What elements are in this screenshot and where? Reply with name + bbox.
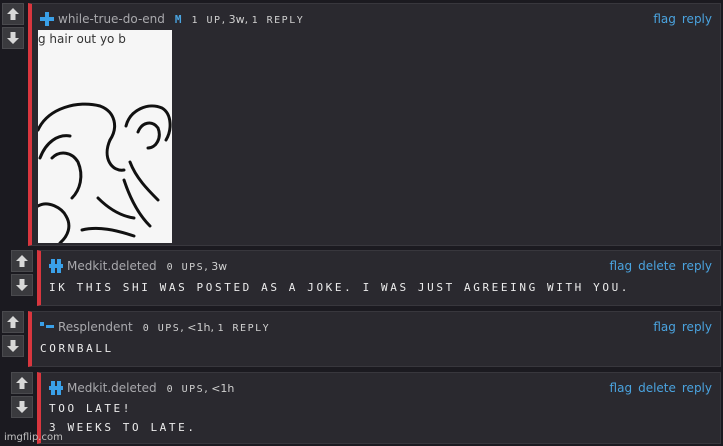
- user-plus-icon: [40, 12, 54, 26]
- delete-link[interactable]: delete: [638, 381, 676, 395]
- upvote-button[interactable]: [11, 372, 33, 394]
- comment-age: <1h: [187, 320, 211, 334]
- comment-meta: 0 ups, <1h, 1 reply: [142, 320, 271, 334]
- comment-header: Medkit.deleted 0 ups, <1h flag delete re…: [49, 379, 712, 397]
- flag-link[interactable]: flag: [610, 259, 633, 273]
- comment-actions: flag delete reply: [610, 381, 712, 395]
- comment-text-line: Too late!: [49, 402, 133, 415]
- comment-body: Resplendent 0 ups, <1h, 1 reply flag rep…: [28, 311, 721, 367]
- reply-link[interactable]: reply: [682, 12, 712, 26]
- comment-meta: 0 ups, <1h: [166, 381, 235, 395]
- comment-3: Resplendent 0 ups, <1h, 1 reply flag rep…: [2, 311, 721, 367]
- comment-body: Medkit.deleted 0 ups, 3w flag delete rep…: [37, 250, 721, 306]
- username[interactable]: while-true-do-end: [58, 12, 165, 26]
- arrow-up-icon: [16, 255, 28, 267]
- downvote-button[interactable]: [11, 274, 33, 296]
- arrow-up-icon: [7, 8, 19, 20]
- username[interactable]: Medkit.deleted: [67, 259, 157, 273]
- downvote-button[interactable]: [11, 396, 33, 418]
- comment-meta: 1 up, 3w, 1 reply: [191, 12, 305, 26]
- comment-body: Medkit.deleted 0 ups, <1h flag delete re…: [37, 372, 721, 444]
- reply-count[interactable]: 1 reply: [252, 15, 305, 26]
- comment-actions: flag delete reply: [610, 259, 712, 273]
- vote-column: [2, 311, 26, 359]
- comment-text-line: 3 weeks to late.: [49, 421, 197, 434]
- comment-header: Resplendent 0 ups, <1h, 1 reply flag rep…: [40, 318, 712, 336]
- comment-age: 3w: [211, 259, 228, 273]
- upvote-button[interactable]: [11, 250, 33, 272]
- meme-drawing: [38, 102, 172, 243]
- username[interactable]: Medkit.deleted: [67, 381, 157, 395]
- arrow-down-icon: [7, 340, 19, 352]
- arrow-down-icon: [16, 279, 28, 291]
- vote-column: [11, 372, 35, 420]
- comment-2: Medkit.deleted 0 ups, 3w flag delete rep…: [11, 250, 721, 306]
- comment-text: Ik this shi was posted as a joke. I was …: [49, 278, 712, 297]
- watermark: imgflip.com: [4, 432, 63, 443]
- comment-text: Cornball: [40, 339, 712, 358]
- flag-link[interactable]: flag: [653, 12, 676, 26]
- comment-text: Too late! 3 weeks to late.: [49, 399, 712, 437]
- ups-count: 0 ups: [166, 383, 205, 395]
- arrow-down-icon: [16, 401, 28, 413]
- reply-link[interactable]: reply: [682, 320, 712, 334]
- mod-badge: M: [174, 12, 182, 26]
- user-plus-icon: [49, 259, 63, 273]
- user-minus-icon: [40, 322, 54, 328]
- downvote-button[interactable]: [2, 335, 24, 357]
- ups-count: 0 ups: [142, 322, 181, 334]
- comment-age: <1h: [211, 381, 235, 395]
- comment-text-line: Ik this shi was posted as a joke. I was …: [49, 281, 631, 294]
- comment-4: Medkit.deleted 0 ups, <1h flag delete re…: [11, 372, 721, 444]
- username[interactable]: Resplendent: [58, 320, 133, 334]
- ups-count: 0 ups: [166, 261, 205, 273]
- ups-count: 1 up: [191, 14, 222, 26]
- comment-header: while-true-do-end M 1 up, 3w, 1 reply fl…: [40, 10, 712, 28]
- arrow-up-icon: [7, 316, 19, 328]
- comment-actions: flag reply: [653, 12, 712, 26]
- reply-link[interactable]: reply: [682, 381, 712, 395]
- comment-actions: flag reply: [653, 320, 712, 334]
- comment-image[interactable]: g hair out yo b: [38, 30, 172, 243]
- vote-column: [11, 250, 35, 298]
- comment-body: while-true-do-end M 1 up, 3w, 1 reply fl…: [28, 3, 721, 246]
- delete-link[interactable]: delete: [638, 259, 676, 273]
- comment-age: 3w: [228, 12, 245, 26]
- user-plus-icon: [49, 381, 63, 395]
- reply-link[interactable]: reply: [682, 259, 712, 273]
- flag-link[interactable]: flag: [610, 381, 633, 395]
- upvote-button[interactable]: [2, 3, 24, 25]
- downvote-button[interactable]: [2, 27, 24, 49]
- comment-header: Medkit.deleted 0 ups, 3w flag delete rep…: [49, 257, 712, 275]
- comment-1: while-true-do-end M 1 up, 3w, 1 reply fl…: [2, 3, 721, 246]
- comment-meta: 0 ups, 3w: [166, 259, 228, 273]
- vote-column: [2, 3, 26, 51]
- reply-count[interactable]: 1 reply: [217, 323, 270, 334]
- flag-link[interactable]: flag: [653, 320, 676, 334]
- arrow-up-icon: [16, 377, 28, 389]
- upvote-button[interactable]: [2, 311, 24, 333]
- comment-text-line: Cornball: [40, 342, 114, 355]
- arrow-down-icon: [7, 32, 19, 44]
